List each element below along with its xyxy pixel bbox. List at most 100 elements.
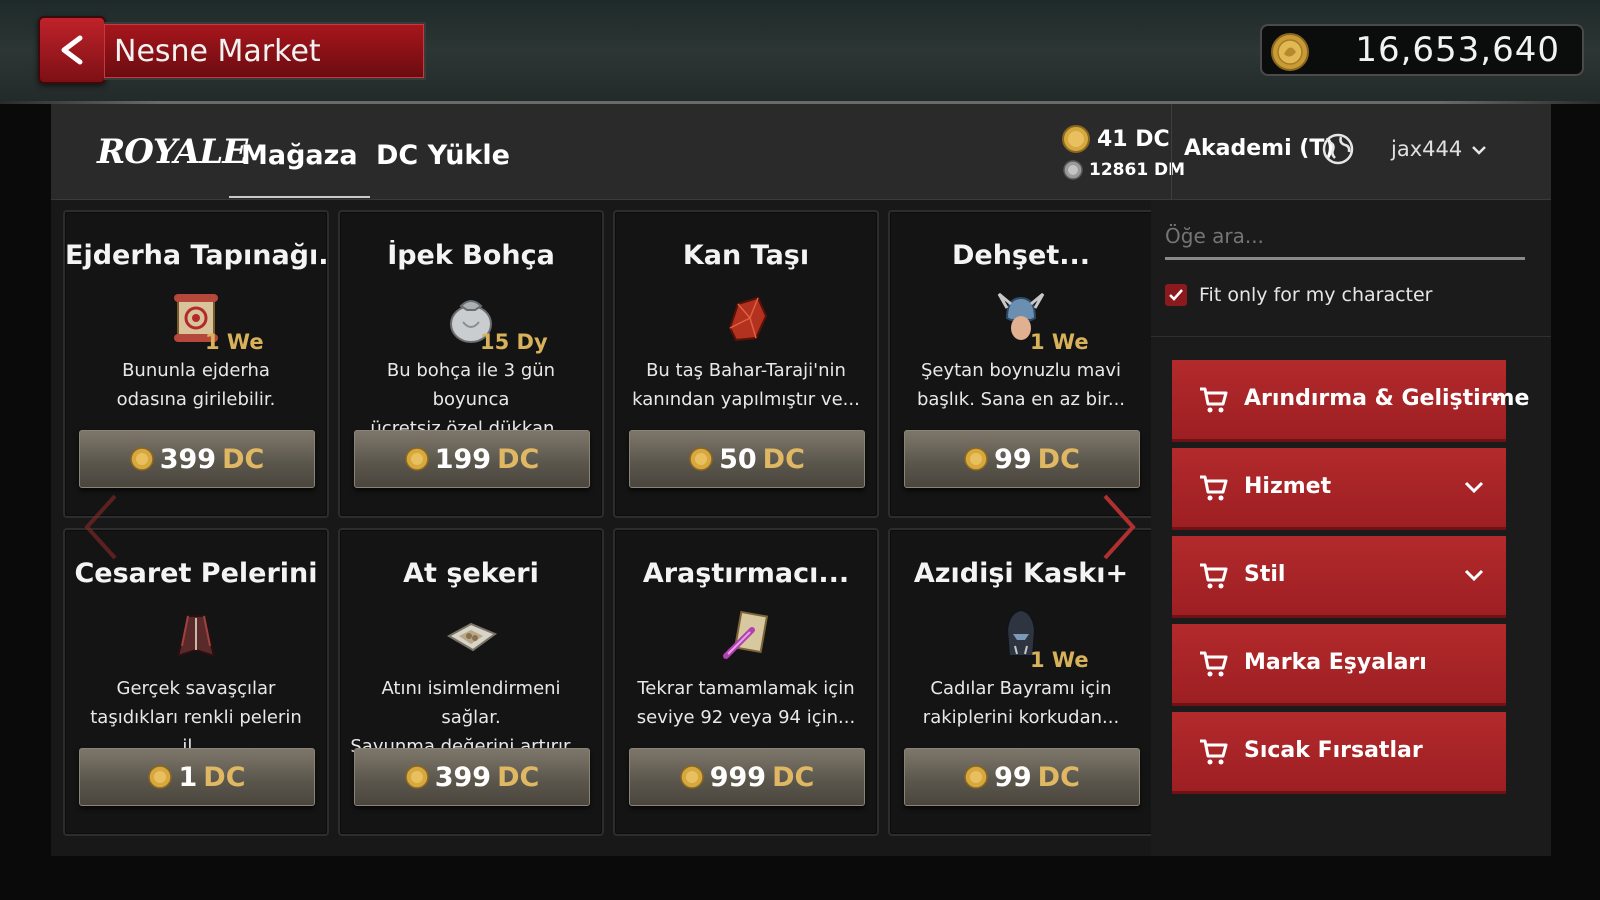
desc-line: seviye 92 veya 94 için... (636, 707, 856, 728)
item-card[interactable]: Kan Taşı Bu taş Bahar-Taraji'nin kanında… (613, 210, 879, 518)
category-label: Arındırma & Geliştirme (1244, 386, 1530, 411)
category-style[interactable]: Stil (1172, 536, 1506, 618)
price-unit: DC (1037, 761, 1080, 793)
category-service[interactable]: Hizmet (1172, 448, 1506, 530)
buy-button[interactable]: 399 DC (79, 430, 315, 488)
item-name: Dehşet... (951, 240, 1090, 271)
gold-amount: 16,653,640 (1355, 30, 1560, 70)
price-value: 199 (434, 443, 492, 475)
sidebar-divider (1151, 336, 1551, 337)
desc-line: Gerçek savaşçılar (116, 678, 276, 699)
item-name: At şekeri (403, 558, 539, 589)
item-name: Azıdişi Kaskı+ (913, 558, 1129, 589)
chevron-down-icon[interactable] (1471, 144, 1487, 156)
fit-filter[interactable]: Fit only for my character (1165, 284, 1432, 306)
item-grid: Ejderha Tapınağı.. 1 We Bununla ejderha … (63, 210, 1154, 850)
tab-dc-topup[interactable]: DC Yükle (376, 140, 510, 171)
gold-balance: 16,653,640 (1260, 24, 1584, 76)
price-unit: DC (203, 761, 246, 793)
item-name: Cesaret Pelerini (74, 558, 318, 589)
price-value: 399 (434, 761, 492, 793)
fit-checkbox[interactable] (1165, 284, 1187, 306)
item-description: Cadılar Bayramı için rakiplerini korkuda… (900, 674, 1142, 732)
category-label: Marka Eşyaları (1244, 650, 1427, 675)
buy-button[interactable]: 99 DC (904, 430, 1140, 488)
category-label: Stil (1244, 562, 1286, 587)
desc-line: kanından yapılmıştır ve... (632, 389, 860, 410)
price-unit: DC (762, 443, 805, 475)
item-name: Araştırmacı... (642, 558, 850, 589)
search-input[interactable] (1165, 224, 1525, 248)
username[interactable]: jax444 (1391, 137, 1462, 161)
dc-coin-icon (679, 765, 704, 789)
item-description: Bununla ejderha odasına girilebilir. (75, 356, 317, 414)
desc-line: Bununla ejderha (122, 360, 270, 381)
research-scroll-icon (723, 610, 769, 659)
category-refine-upgrade[interactable]: Arındırma & Geliştirme (1172, 360, 1529, 442)
cart-icon (1200, 475, 1228, 501)
item-card[interactable]: İpek Bohça 15 Dy Bu bohça ile 3 gün boyu… (338, 210, 604, 518)
buy-button[interactable]: 50 DC (629, 430, 865, 488)
header-divider (1171, 104, 1172, 200)
buy-button[interactable]: 1 DC (79, 748, 315, 806)
category-brand-items[interactable]: Marka Eşyaları (1172, 624, 1506, 706)
search-field[interactable] (1165, 218, 1525, 260)
item-name: Kan Taşı (682, 240, 810, 271)
horse-candy-icon (446, 622, 498, 652)
back-button[interactable] (38, 16, 106, 84)
dc-coin-icon (148, 765, 173, 789)
desc-line: rakiplerini korkudan... (922, 707, 1120, 728)
next-page-arrow-icon[interactable] (1099, 492, 1139, 562)
chevron-down-icon (1464, 481, 1484, 494)
back-arrow-icon (61, 35, 83, 65)
royale-logo: ROYALE (97, 132, 248, 172)
buy-button[interactable]: 199 DC (354, 430, 590, 488)
cart-icon (1200, 387, 1228, 413)
buy-button[interactable]: 399 DC (354, 748, 590, 806)
dm-coin-icon (1063, 160, 1083, 180)
cart-icon (1200, 739, 1228, 765)
price-value: 99 (994, 443, 1032, 475)
item-name: Ejderha Tapınağı.. (65, 240, 327, 271)
item-name: İpek Bohça (387, 240, 555, 271)
desc-line: Atını isimlendirmeni sağlar. (381, 678, 561, 728)
fit-label: Fit only for my character (1199, 284, 1433, 306)
cape-icon (176, 615, 216, 658)
store-header: ROYALE Mağaza DC Yükle 41 DC 12861 DM Ak… (51, 104, 1551, 200)
dc-coin-icon (964, 447, 988, 471)
blood-stone-icon (728, 296, 768, 342)
desc-line: başlık. Sana en az bir... (916, 389, 1126, 410)
top-bar: Nesne Market 16,653,640 (0, 0, 1600, 104)
dc-coin-icon (129, 447, 154, 471)
cart-icon (1200, 651, 1228, 677)
globe-icon[interactable] (1321, 132, 1355, 166)
buy-button[interactable]: 99 DC (904, 748, 1140, 806)
price-unit: DC (1037, 443, 1080, 475)
price-value: 999 (709, 761, 767, 793)
sidebar: Fit only for my character Arındırma & Ge… (1151, 200, 1551, 856)
tab-store[interactable]: Mağaza (229, 140, 370, 198)
item-card[interactable]: Dehşet... 1 We Şeytan boynuzlu mavi başl… (888, 210, 1154, 518)
category-hot-deals[interactable]: Sıcak Fırsatlar (1172, 712, 1506, 794)
dc-balance: 41 DC (1097, 126, 1170, 152)
item-card[interactable]: Azıdişi Kaskı+ 1 We Cadılar Bayramı için… (888, 528, 1154, 836)
dc-coin-icon (964, 765, 988, 789)
title-plate: Nesne Market (104, 22, 426, 80)
server-name: Akademi (T) (1184, 136, 1335, 161)
desc-line: Cadılar Bayramı için (930, 678, 1112, 699)
category-label: Sıcak Fırsatlar (1244, 738, 1423, 763)
buy-button[interactable]: 999 DC (629, 748, 865, 806)
prev-page-arrow-icon[interactable] (81, 492, 121, 562)
price-value: 99 (994, 761, 1032, 793)
item-card[interactable]: At şekeri Atını isimlendirmeni sağlar. S… (338, 528, 604, 836)
page-title: Nesne Market (114, 33, 321, 69)
chevron-down-icon (1490, 397, 1500, 404)
item-card[interactable]: Araştırmacı... Tekrar tamamlamak için se… (613, 528, 879, 836)
dc-coin-icon (404, 765, 429, 789)
price-unit: DC (497, 761, 540, 793)
desc-line: Tekrar tamamlamak için (637, 678, 855, 699)
store-panel: ROYALE Mağaza DC Yükle 41 DC 12861 DM Ak… (51, 104, 1551, 856)
desc-line: Bu taş Bahar-Taraji'nin (646, 360, 846, 381)
item-card[interactable]: Cesaret Pelerini Gerçek savaşçılar taşıd… (63, 528, 329, 836)
item-card[interactable]: Ejderha Tapınağı.. 1 We Bununla ejderha … (63, 210, 329, 518)
